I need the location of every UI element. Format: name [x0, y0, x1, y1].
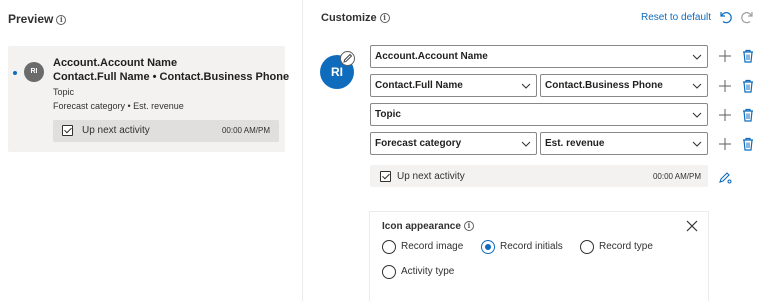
activity-label: Up next activity: [397, 171, 465, 182]
activity-time: 00:00 AM/PM: [221, 126, 270, 135]
edit-icon[interactable]: [340, 51, 355, 66]
customize-title: Customize i: [321, 12, 390, 24]
plus-icon[interactable]: [718, 108, 732, 122]
plus-icon[interactable]: [718, 137, 732, 151]
field-select-row2-left[interactable]: Contact.Full Name: [370, 74, 537, 97]
unread-dot: [13, 71, 17, 75]
chevron-down-icon: [692, 141, 702, 147]
plus-icon[interactable]: [718, 79, 732, 93]
reset-to-default-link[interactable]: Reset to default: [641, 12, 711, 23]
field-select-row1[interactable]: Account.Account Name: [370, 45, 708, 68]
field-select-row3[interactable]: Topic: [370, 103, 708, 126]
activity-checkbox-icon: [380, 171, 391, 182]
info-icon[interactable]: i: [379, 13, 390, 24]
preview-line-3: Topic: [53, 87, 75, 97]
preview-card: RI Account.Account Name Contact.Full Nam…: [8, 46, 289, 152]
icon-appearance-panel: Icon appearance i Record image Record ini…: [369, 211, 709, 301]
chevron-down-icon: [692, 83, 702, 89]
delete-icon[interactable]: [741, 108, 755, 122]
chevron-down-icon: [692, 54, 702, 60]
field-select-row4-right[interactable]: Est. revenue: [540, 132, 708, 155]
delete-icon[interactable]: [741, 79, 755, 93]
activity-checkbox-icon: [62, 125, 73, 136]
chevron-down-icon: [692, 112, 702, 118]
activity-label: Up next activity: [82, 125, 150, 136]
preview-line-2: Contact.Full Name • Contact.Business Pho…: [53, 71, 290, 83]
close-icon[interactable]: [686, 220, 698, 232]
delete-icon[interactable]: [741, 137, 755, 151]
customize-activity: Up next activity 00:00 AM/PM: [370, 165, 708, 187]
redo-icon[interactable]: [740, 9, 756, 25]
delete-icon[interactable]: [741, 49, 755, 63]
avatar: RI: [24, 62, 44, 82]
pane-divider: [302, 0, 303, 301]
activity-time: 00:00 AM/PM: [652, 172, 701, 181]
chevron-down-icon: [521, 83, 531, 89]
field-select-row4-left[interactable]: Forecast category: [370, 132, 537, 155]
preview-line-1: Account.Account Name: [53, 57, 178, 69]
chevron-down-icon: [521, 141, 531, 147]
preview-activity: Up next activity 00:00 AM/PM: [53, 120, 279, 142]
field-select-row2-right[interactable]: Contact.Business Phone: [540, 74, 708, 97]
preview-pane: Preview i RI Account.Account Name Contact…: [0, 0, 302, 301]
preview-title: Preview i: [8, 12, 67, 26]
undo-icon[interactable]: [717, 9, 733, 25]
info-icon[interactable]: i: [56, 14, 67, 25]
plus-icon[interactable]: [718, 49, 732, 63]
icon-appearance-title: Icon appearance i: [382, 221, 474, 232]
paint-icon[interactable]: [717, 169, 733, 185]
preview-line-4: Forecast category • Est. revenue: [53, 101, 184, 111]
info-icon[interactable]: i: [463, 221, 474, 232]
